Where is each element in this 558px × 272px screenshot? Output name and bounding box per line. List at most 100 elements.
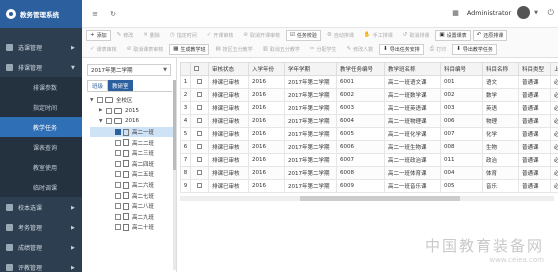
toolbar-button-row1-5[interactable]: ⊘ 取消开课审核	[239, 30, 284, 41]
expand-arrow-icon[interactable]: ▶	[99, 108, 106, 113]
tree-node[interactable]: 高二一班	[90, 126, 176, 138]
row-checkbox-cell[interactable]	[190, 101, 209, 115]
tree-node-checkbox[interactable]	[115, 213, 121, 220]
tree-scroll-thumb[interactable]	[173, 80, 176, 170]
chevron-down-icon[interactable]: ▼	[534, 10, 538, 16]
sidebar-bottom-item-3[interactable]: 评教管理	[0, 257, 82, 272]
sidebar-bottom-item-1[interactable]: 考务管理	[0, 217, 82, 237]
table-row[interactable]: 7 排课已审核20162017年第二学期6007高二一班政治课011政治普通课必	[180, 153, 558, 167]
toolbar-button-row2-8[interactable]: ⎙ 打印	[426, 44, 450, 55]
toolbar-button-row2-1[interactable]: ⊘ 取消课表审核	[123, 44, 168, 55]
row-checkbox[interactable]	[197, 169, 202, 175]
table-row[interactable]: 1 排课已审核20162017年第二学期6001高二一班语文课001语文普通课必	[180, 75, 558, 89]
menu-toggle-icon[interactable]: ≡	[90, 9, 100, 19]
tree-node-checkbox[interactable]	[115, 171, 121, 178]
toolbar-button-row1-7[interactable]: ⚙ 自动排课	[323, 30, 358, 41]
tree-node[interactable]: 高二五班	[90, 169, 176, 180]
power-icon[interactable]: ⏻	[548, 8, 554, 18]
tree-node-checkbox[interactable]	[115, 129, 121, 136]
sidebar-bottom-item-0[interactable]: 校本选课	[0, 197, 82, 217]
sidebar-bottom-item-2[interactable]: 成绩管理	[0, 237, 82, 257]
tree-node[interactable]: ▶ 2015	[90, 106, 176, 117]
toolbar-button-row1-11[interactable]: ↶ 还原排课	[472, 29, 508, 41]
row-checkbox[interactable]	[197, 182, 202, 188]
tree-node-checkbox[interactable]	[115, 139, 121, 146]
row-checkbox-cell[interactable]	[190, 75, 209, 89]
table-row[interactable]: 5 排课已审核20162017年第二学期6005高二一班化学课007化学普通课必	[180, 127, 558, 141]
column-header[interactable]	[190, 62, 209, 76]
username-label[interactable]: Administrator	[467, 9, 511, 17]
row-checkbox[interactable]	[197, 91, 202, 97]
row-checkbox-cell[interactable]	[190, 153, 209, 167]
toolbar-button-row1-2[interactable]: ✕ 删除	[139, 30, 164, 41]
tab-teaching-office[interactable]: 教研室	[108, 80, 133, 91]
table-row[interactable]: 9 排课已审核20162017年第二学期6009高二一班音乐课005音乐普通课必	[180, 179, 558, 193]
tree-node[interactable]: 高二三班	[90, 148, 176, 159]
row-checkbox[interactable]	[197, 78, 202, 84]
toolbar-button-row2-2[interactable]: ▦ 生成教学班	[169, 43, 210, 55]
row-checkbox-cell[interactable]	[190, 140, 209, 154]
tree-node-checkbox[interactable]	[115, 224, 121, 231]
apps-grid-icon[interactable]: ▦	[452, 9, 459, 17]
row-checkbox-cell[interactable]	[190, 88, 209, 102]
tree-node-checkbox[interactable]	[115, 150, 121, 157]
tree-node[interactable]: 高二二班	[90, 137, 176, 148]
row-checkbox[interactable]	[197, 143, 202, 149]
toolbar-button-row2-4[interactable]: ▥ 取消五分教学	[259, 44, 304, 55]
grid-horizontal-scrollbar[interactable]	[180, 196, 554, 201]
toolbar-button-row2-9[interactable]: ⬇ 导出教学任务	[452, 43, 497, 55]
tree-node-checkbox[interactable]	[115, 182, 121, 189]
row-checkbox-cell[interactable]	[190, 114, 209, 128]
sidebar-subitem-2[interactable]: 教学任务	[0, 117, 82, 137]
sidebar-subitem-3[interactable]: 课表查询	[0, 137, 82, 157]
toolbar-button-row2-0[interactable]: ✓ 课表审核	[86, 44, 121, 55]
toolbar-button-row2-7[interactable]: ⬇ 导出任务安排	[379, 43, 424, 55]
table-row[interactable]: 8 排课已审核20162017年第二学期6008高二一班体育课004体育普通课必	[180, 166, 558, 180]
tree-node[interactable]: 高二八班	[90, 201, 176, 212]
toolbar-button-row1-3[interactable]: ◷ 指定时间	[166, 30, 201, 41]
avatar[interactable]	[517, 6, 531, 19]
row-checkbox-cell[interactable]	[190, 179, 209, 193]
tree-node-checkbox[interactable]	[106, 118, 112, 125]
tab-class[interactable]: 班级	[87, 80, 109, 91]
tree-scrollbar[interactable]	[173, 80, 176, 270]
toolbar-button-row1-10[interactable]: ▣ 设置课表	[435, 29, 471, 41]
toolbar-button-row2-6[interactable]: ✎ 修改人数	[343, 44, 378, 55]
table-row[interactable]: 3 排课已审核20162017年第二学期6003高二一班英语课003英语普通课必	[180, 101, 558, 115]
refresh-icon[interactable]: ↻	[108, 9, 118, 19]
table-row[interactable]: 2 排课已审核20162017年第二学期6002高二一班数学课002数学普通课必	[180, 88, 558, 102]
sidebar-item-0[interactable]: 选课管理	[0, 37, 82, 57]
row-checkbox-cell[interactable]	[190, 127, 209, 141]
select-all-checkbox[interactable]	[194, 65, 199, 71]
tree-node[interactable]: 高二六班	[90, 180, 176, 191]
expand-arrow-icon[interactable]: ▼	[90, 98, 97, 103]
toolbar-button-row1-4[interactable]: ✓ 开课审核	[203, 30, 238, 41]
grid-scroll-thumb[interactable]	[300, 196, 460, 201]
toolbar-button-row1-9[interactable]: ↺ 取消排课	[399, 30, 434, 41]
sidebar-subitem-5[interactable]: 临时调课	[0, 177, 82, 197]
tree-node-checkbox[interactable]	[115, 192, 121, 199]
row-checkbox-cell[interactable]	[190, 166, 209, 180]
toolbar-button-row2-3[interactable]: ▤ 按区五分教学	[211, 44, 256, 55]
tree-node-checkbox[interactable]	[97, 97, 103, 104]
sidebar-subitem-1[interactable]: 指定时间	[0, 97, 82, 117]
toolbar-button-row1-0[interactable]: + 添加	[86, 29, 111, 41]
row-checkbox[interactable]	[197, 156, 202, 162]
tree-node[interactable]: ▼ 全校区	[90, 95, 176, 106]
sidebar-item-1[interactable]: 排课管理	[0, 57, 82, 77]
tree-node-checkbox[interactable]	[106, 107, 112, 114]
tree-node-checkbox[interactable]	[115, 160, 121, 167]
tree-node[interactable]: 高二四班	[90, 159, 176, 170]
row-checkbox[interactable]	[197, 130, 202, 136]
toolbar-button-row1-6[interactable]: ☑ 任务校验	[285, 29, 321, 41]
toolbar-button-row2-5[interactable]: ✂ 分配学生	[306, 44, 341, 55]
tree-node[interactable]: 高二十班	[90, 222, 176, 233]
table-row[interactable]: 6 排课已审核20162017年第二学期6006高二一班生物课008生物普通课必	[180, 140, 558, 154]
term-select[interactable]: 2017年第二学期 ▼	[87, 64, 171, 76]
table-row[interactable]: 4 排课已审核20162017年第二学期6004高二一班物理课006物理普通课必	[180, 114, 558, 128]
sidebar-subitem-4[interactable]: 教室使用	[0, 157, 82, 177]
toolbar-button-row1-1[interactable]: ✎ 修改	[113, 30, 138, 41]
tree-node-checkbox[interactable]	[115, 203, 121, 210]
sidebar-subitem-0[interactable]: 排课参数	[0, 77, 82, 97]
toolbar-button-row1-8[interactable]: ✋ 手工排课	[360, 30, 397, 41]
